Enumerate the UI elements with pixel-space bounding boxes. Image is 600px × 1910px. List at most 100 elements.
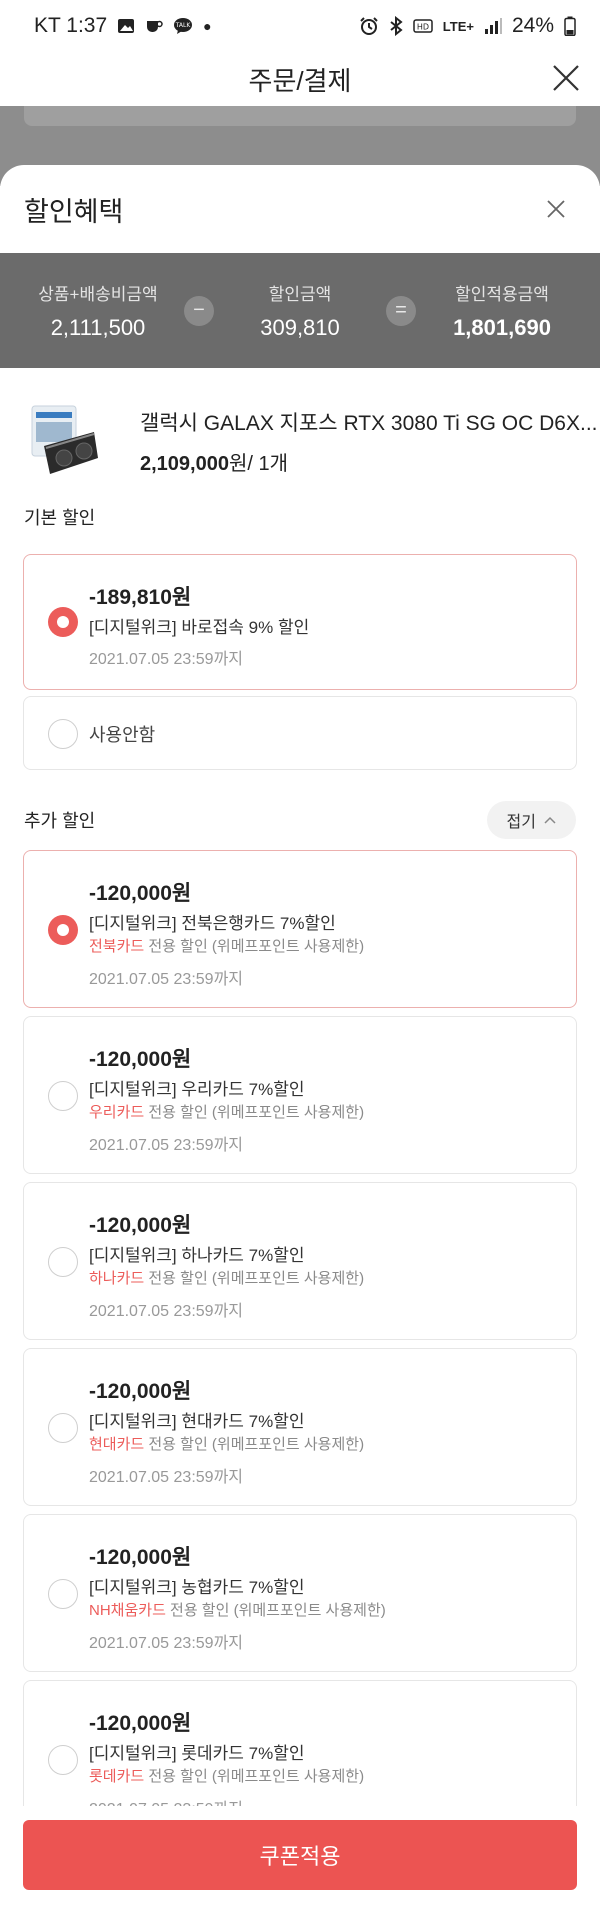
cup-icon [147,20,163,32]
radio-button[interactable] [48,1745,78,1775]
svg-text:HD: HD [417,23,429,32]
coupon-basic[interactable]: -189,810원 [디지털위크] 바로접속 9% 할인 2021.07.05 … [23,554,577,690]
gallery-icon [118,19,135,33]
bluetooth-icon [390,16,403,36]
coupon-none[interactable]: 사용안함 [23,696,577,770]
radio-button[interactable] [48,719,78,749]
card-name: 현대카드 [89,1436,145,1453]
card-name: 롯데카드 [89,1768,145,1785]
note-text: 전용 할인 (위메프포인트 사용제한) [144,1768,365,1785]
summary-label: 할인금액 [268,285,332,304]
minus-icon: − [184,295,214,326]
discount-sheet: 할인혜택 상품+배송비금액 2,111,500 − 할인금액 309,810 =… [0,165,600,1910]
graphics-card-image [31,405,98,474]
coupon-date: 2021.07.05 23:59까지 [89,651,244,668]
summary-subtotal: 상품+배송비금액 2,111,500 [28,280,168,341]
summary-value: 309,810 [260,315,340,340]
coupon-date: 2021.07.05 23:59까지 [89,1303,244,1320]
close-page-button[interactable] [546,58,586,98]
alarm-icon [360,17,378,35]
coupon-amount: -120,000원 [89,1048,192,1071]
coupon-name: [디지털위크] 롯데카드 7%할인 [89,1744,305,1763]
card-name: 하나카드 [89,1270,145,1287]
radio-button[interactable] [48,607,78,637]
coupon-note: 현대카드 전용 할인 (위메프포인트 사용제한) [89,1433,364,1454]
coupon-amount: -120,000원 [89,1546,192,1569]
app-header: 주문/결제 [0,52,600,106]
radio-button[interactable] [48,1081,78,1111]
coupon-note: 우리카드 전용 할인 (위메프포인트 사용제한) [89,1101,364,1122]
coupon-amount: -189,810원 [89,586,192,609]
coupon-nh[interactable]: -120,000원 [디지털위크] 농협카드 7%할인 NH채움카드 전용 할인… [23,1514,577,1672]
coupon-name: [디지털위크] 바로접속 9% 할인 [89,618,310,637]
coupon-name: [디지털위크] 농협카드 7%할인 [89,1578,305,1597]
basic-discount-header: 기본 할인 [0,502,600,532]
more-dot-icon: ● [203,18,212,34]
chevron-up-icon [544,816,556,824]
coupon-hyundai[interactable]: -120,000원 [디지털위크] 현대카드 7%할인 현대카드 전용 할인 (… [23,1348,577,1506]
coupon-amount: -120,000원 [89,1214,192,1237]
coupon-date: 2021.07.05 23:59까지 [89,1469,244,1486]
extra-discount-header: 추가 할인 접기 [0,800,600,840]
note-text: 전용 할인 (위메프포인트 사용제한) [144,1104,365,1121]
product-price: 2,109,000원/ 1개 [140,447,598,476]
coupon-name: [디지털위크] 하나카드 7%할인 [89,1246,305,1265]
summary-discount: 할인금액 309,810 [230,280,370,341]
product-name: 갤럭시 GALAX 지포스 RTX 3080 Ti SG OC D6X... [140,411,598,435]
background-card [24,106,576,126]
apply-coupon-button[interactable]: 쿠폰적용 [23,1820,577,1890]
coupon-amount: -120,000원 [89,882,192,905]
summary-label: 상품+배송비금액 [38,285,158,304]
coupon-hana[interactable]: -120,000원 [디지털위크] 하나카드 7%할인 하나카드 전용 할인 (… [23,1182,577,1340]
sheet-header: 할인혜택 [0,165,600,253]
page-title: 주문/결제 [248,65,352,96]
product-image [24,402,102,480]
note-text: 전용 할인 (위메프포인트 사용제한) [165,1602,386,1619]
battery-icon [564,16,576,36]
section-title: 추가 할인 [24,811,96,831]
coupon-note: 롯데카드 전용 할인 (위메프포인트 사용제한) [89,1765,364,1786]
signal-icon [484,18,502,34]
equals-icon: = [386,295,416,326]
talk-icon: TALK [174,18,193,34]
no-discount-label: 사용안함 [89,725,156,745]
close-icon [547,200,565,218]
svg-text:TALK: TALK [175,22,192,29]
radio-button[interactable] [48,915,78,945]
coupon-name: [디지털위크] 우리카드 7%할인 [89,1080,305,1099]
network-label: LTE+ [442,18,474,34]
card-name: NH채움카드 [89,1602,166,1619]
note-text: 전용 할인 (위메프포인트 사용제한) [144,938,365,955]
price-suffix: 원/ 1개 [228,452,289,475]
coupon-woori[interactable]: -120,000원 [디지털위크] 우리카드 7%할인 우리카드 전용 할인 (… [23,1016,577,1174]
sheet-title: 할인혜택 [24,196,124,227]
coupon-amount: -120,000원 [89,1712,192,1735]
summary-value: 2,111,500 [50,315,146,340]
radio-button[interactable] [48,1247,78,1277]
fold-label: 접기 [506,814,536,831]
coupon-date: 2021.07.05 23:59까지 [89,1635,244,1652]
bottom-bar: 쿠폰적용 [0,1806,600,1910]
sheet-close-button[interactable] [536,189,576,229]
coupon-note: 하나카드 전용 할인 (위메프포인트 사용제한) [89,1267,364,1288]
battery-percent: 24% [511,14,554,37]
summary-total: 할인적용금액 1,801,690 [432,280,572,341]
radio-button[interactable] [48,1413,78,1443]
summary-value: 1,801,690 [453,315,551,340]
product-row: 갤럭시 GALAX 지포스 RTX 3080 Ti SG OC D6X... 2… [0,368,600,480]
section-title: 기본 할인 [24,508,96,528]
coupon-name: [디지털위크] 현대카드 7%할인 [89,1412,305,1431]
close-icon [553,65,579,91]
coupon-name: [디지털위크] 전북은행카드 7%할인 [89,914,336,933]
note-text: 전용 할인 (위메프포인트 사용제한) [144,1270,365,1287]
summary-label: 할인적용금액 [455,285,549,304]
coupon-amount: -120,000원 [89,1380,192,1403]
extra-coupon-list: -120,000원 [디지털위크] 전북은행카드 7%할인 전북카드 전용 할인… [0,850,600,1838]
coupon-date: 2021.07.05 23:59까지 [89,971,244,988]
hd-icon: HD [413,19,433,33]
radio-button[interactable] [48,1579,78,1609]
coupon-jeonbuk[interactable]: -120,000원 [디지털위크] 전북은행카드 7%할인 전북카드 전용 할인… [23,850,577,1008]
fold-button[interactable]: 접기 [486,801,576,839]
card-name: 전북카드 [89,938,145,955]
price-value: 2,109,000 [140,452,229,475]
